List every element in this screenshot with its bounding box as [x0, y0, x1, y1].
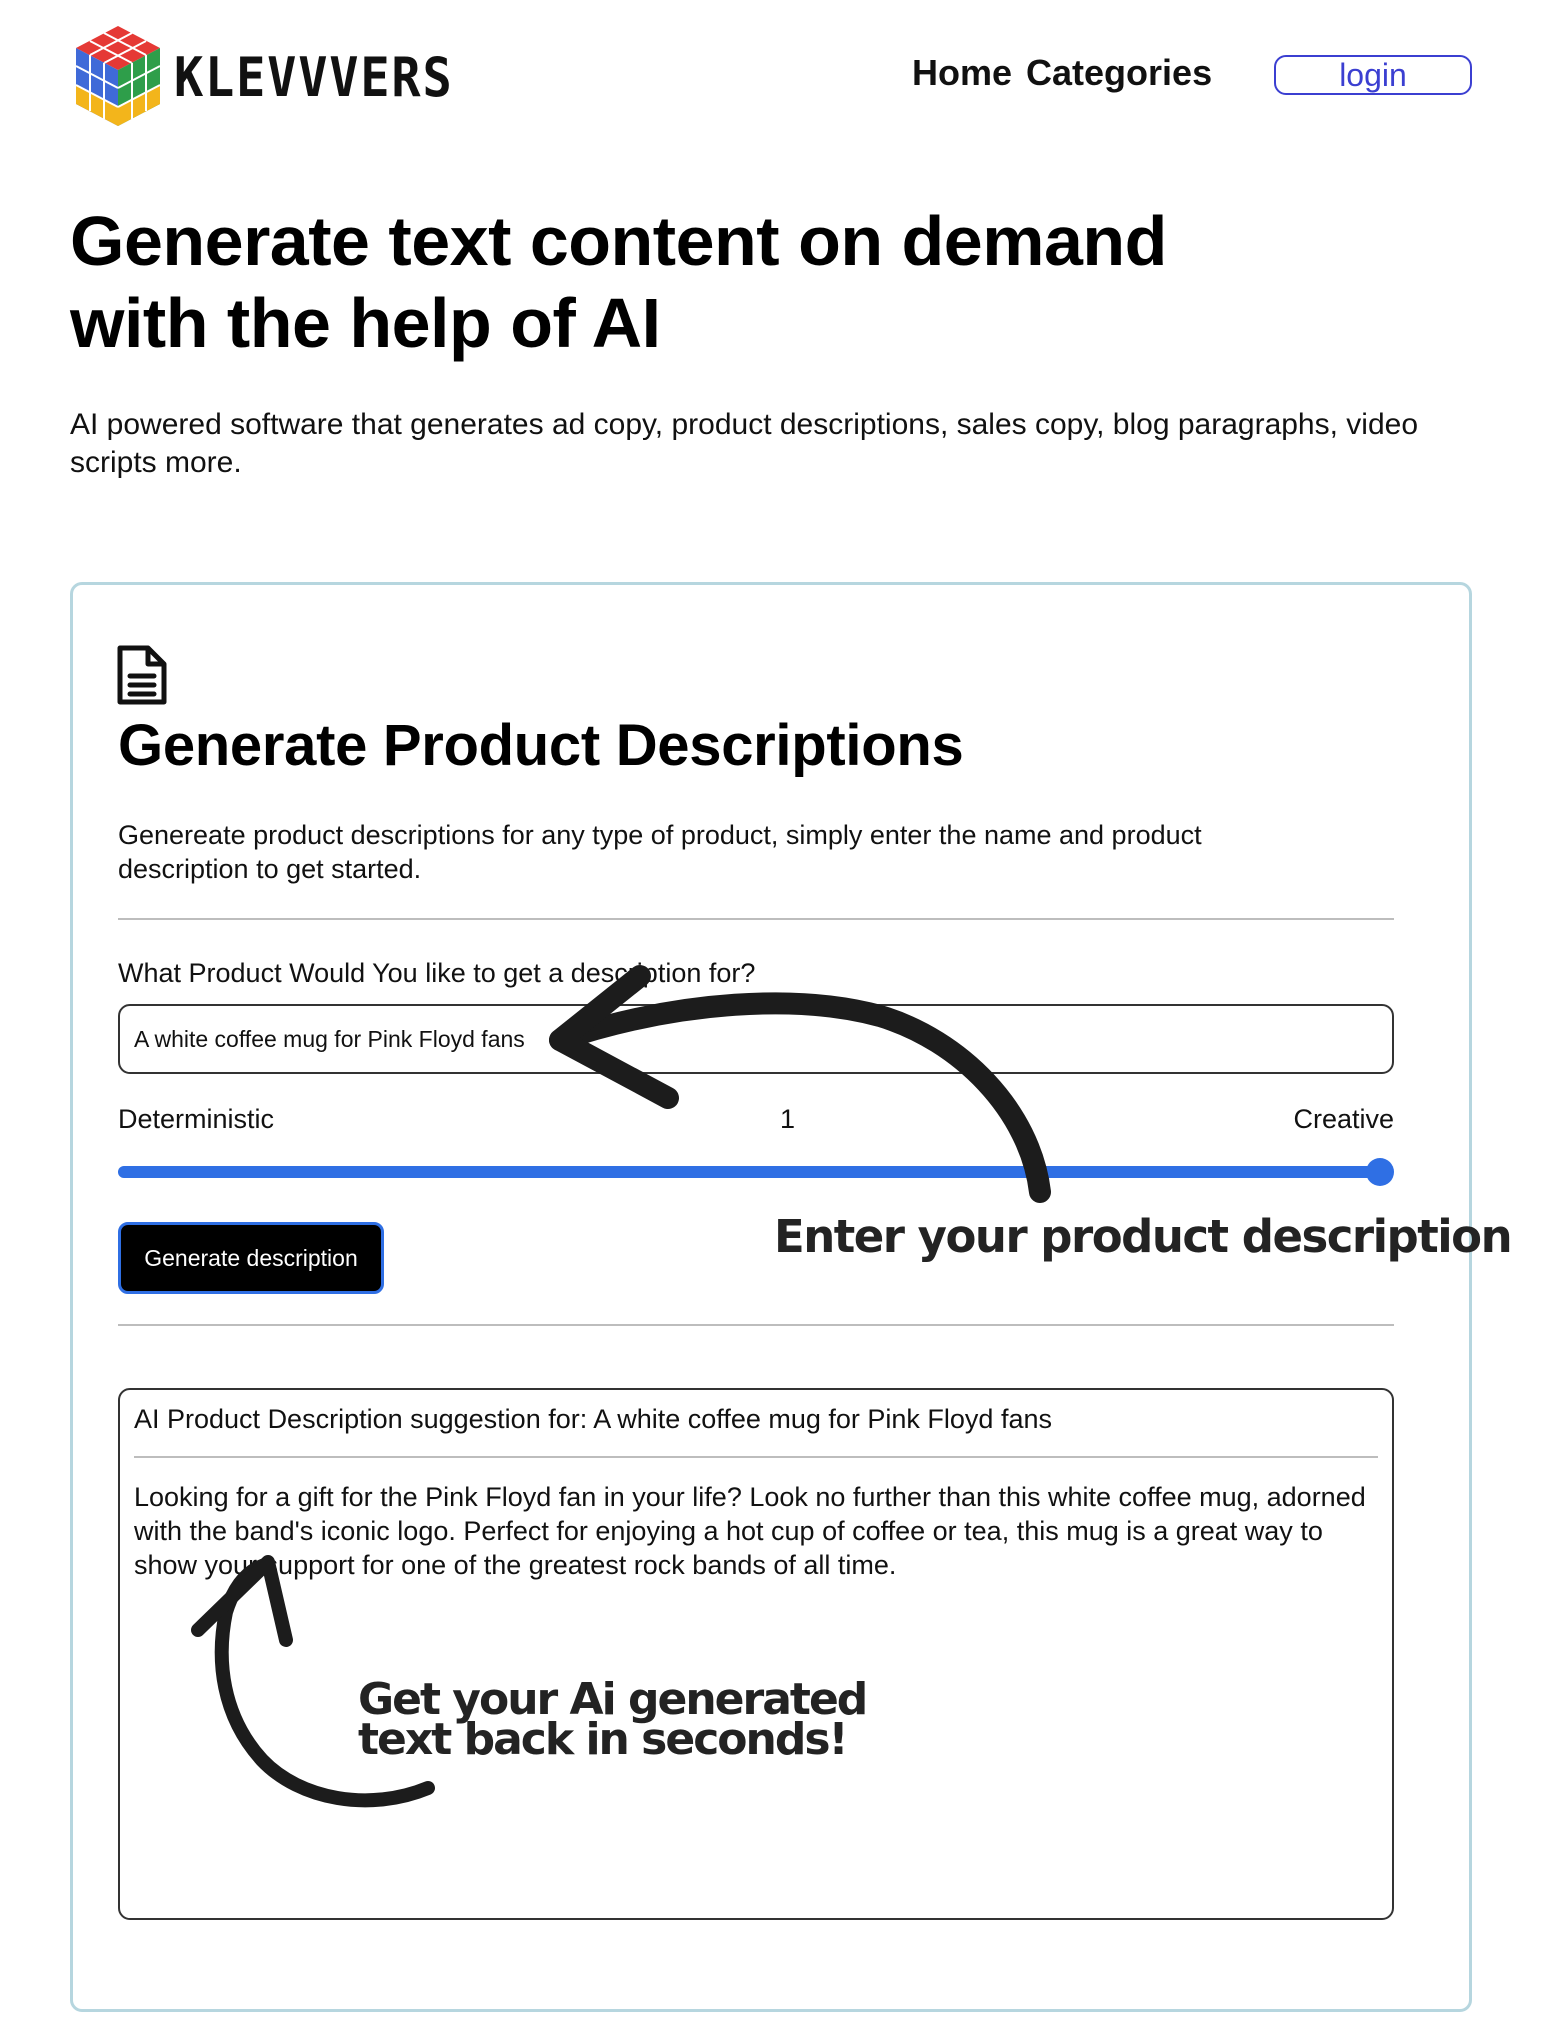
tool-description: Genereate product descriptions for any t… [118, 820, 1202, 884]
tool-title: Generate Product Descriptions [118, 713, 964, 778]
section-divider [118, 918, 1394, 920]
slider-fill [118, 1166, 1380, 1178]
creativity-slider[interactable] [118, 1166, 1380, 1178]
slider-value: 1 [780, 1104, 796, 1134]
annotation-get-line2: text back in seconds! [358, 1714, 849, 1765]
document-icon [117, 645, 167, 705]
hero-title: Generate text content on demand with the… [70, 200, 1170, 364]
nav-categories-link[interactable]: Categories [1026, 52, 1212, 94]
product-input[interactable] [118, 1004, 1394, 1074]
output-panel [118, 1388, 1394, 1920]
slider-label-deterministic: Deterministic [118, 1104, 275, 1134]
output-divider-top [118, 1324, 1394, 1326]
annotation-get-text: Get your Ai generated text back in secon… [358, 1678, 878, 1762]
brand-name: KLEVVVERS [174, 45, 454, 109]
rubiks-cube-logo-icon [75, 26, 161, 126]
hero-subtitle: AI powered software that generates ad co… [70, 408, 1419, 479]
slider-label-creative: Creative [1293, 1104, 1394, 1134]
product-input-label: What Product Would You like to get a des… [118, 958, 756, 988]
brand-logo[interactable]: KLEVVVERS [68, 22, 485, 132]
output-header: AI Product Description suggestion for: A… [134, 1404, 1052, 1434]
output-divider [134, 1456, 1378, 1458]
generated-description-text: Looking for a gift for the Pink Floyd fa… [134, 1482, 1366, 1580]
main-nav: Home Categories [912, 52, 1212, 94]
annotation-enter-description: Enter your product description [774, 1210, 1513, 1263]
generate-description-button[interactable]: Generate description [118, 1222, 384, 1294]
hero-title-line1: Generate text content on demand [70, 202, 1167, 280]
hero-title-line2: with the help of AI [70, 284, 661, 362]
nav-home-link[interactable]: Home [912, 52, 1012, 94]
slider-handle[interactable] [1366, 1158, 1394, 1186]
login-button[interactable]: login [1274, 55, 1472, 95]
